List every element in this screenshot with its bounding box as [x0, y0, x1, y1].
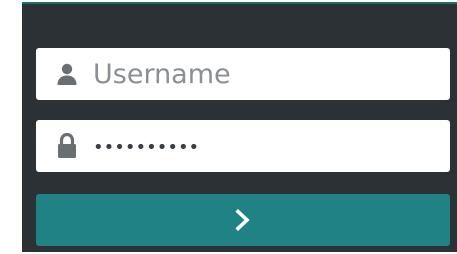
lock-icon	[53, 132, 81, 160]
password-field[interactable]: ••••••••••	[36, 120, 450, 172]
login-submit-button[interactable]	[36, 194, 450, 246]
password-value: ••••••••••	[93, 137, 200, 158]
login-panel: Username ••••••••••	[22, 2, 457, 252]
chevron-right-icon	[235, 209, 250, 231]
username-field[interactable]: Username	[36, 48, 450, 100]
user-icon	[53, 60, 81, 88]
username-placeholder: Username	[93, 58, 231, 90]
